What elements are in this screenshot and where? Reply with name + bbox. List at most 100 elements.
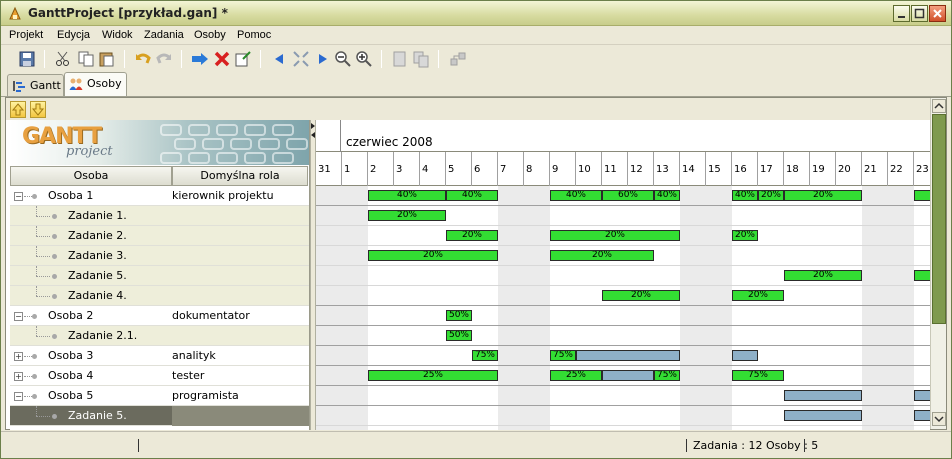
load-bar[interactable]: 20% (732, 290, 784, 301)
document-icon[interactable] (391, 50, 409, 68)
collapse-icon[interactable]: − (14, 192, 23, 201)
column-header-person[interactable]: Osoba (10, 166, 172, 186)
resource-name: Osoba 2 (48, 309, 94, 322)
minimize-icon (898, 16, 905, 18)
scroll-up-button[interactable] (932, 99, 946, 113)
cut-icon[interactable] (54, 50, 72, 68)
resource-row[interactable]: + Osoba 4 tester (10, 366, 309, 386)
assignment-row[interactable]: Zadanie 5. (10, 406, 309, 426)
fit-icon[interactable] (292, 50, 310, 68)
assignment-row[interactable]: Zadanie 4. (10, 286, 309, 306)
collapse-icon[interactable]: − (14, 392, 23, 401)
resource-row[interactable]: − Osoba 5 programista (10, 386, 309, 406)
load-bar[interactable] (576, 350, 680, 361)
resource-name: Zadanie 4. (68, 289, 127, 302)
tab-osoby[interactable]: Osoby (64, 72, 127, 96)
load-bar[interactable]: 20% (550, 230, 680, 241)
resource-row[interactable]: − Osoba 2 dokumentator (10, 306, 309, 326)
delete-icon[interactable] (213, 50, 231, 68)
move-down-button[interactable] (30, 101, 46, 118)
day-cell: 23 (914, 152, 930, 186)
scroll-down-button[interactable] (932, 412, 946, 426)
undo-icon[interactable] (134, 50, 152, 68)
load-bar[interactable]: 25% (368, 370, 498, 381)
load-bar[interactable] (732, 350, 758, 361)
day-cell: 15 (706, 152, 732, 186)
menu-zadania[interactable]: Zadania (144, 29, 184, 41)
menu-projekt[interactable]: Projekt (9, 29, 43, 41)
resource-role: tester (172, 369, 205, 382)
save-icon[interactable] (18, 50, 36, 68)
load-bar[interactable]: 20% (368, 210, 446, 221)
load-bar[interactable]: 20% (446, 230, 498, 241)
move-up-button[interactable] (10, 101, 26, 118)
expand-icon[interactable]: + (14, 352, 23, 361)
vertical-scrollbar[interactable] (930, 98, 946, 429)
scrollbar-thumb[interactable] (932, 114, 946, 324)
redo-icon[interactable] (155, 50, 173, 68)
load-bar[interactable]: 40% (732, 190, 758, 201)
load-bar[interactable] (914, 270, 930, 281)
close-button[interactable] (929, 5, 946, 22)
load-bar[interactable]: 25% (550, 370, 602, 381)
weekend-column (342, 186, 368, 430)
load-bar[interactable] (914, 390, 930, 401)
minimize-button[interactable] (893, 5, 910, 22)
load-bar[interactable]: 20% (732, 230, 758, 241)
zoom-in-icon[interactable] (355, 50, 373, 68)
copy-icon[interactable] (77, 50, 95, 68)
scroll-left-icon[interactable] (271, 50, 289, 68)
load-bar[interactable] (784, 390, 862, 401)
day-cell: 5 (446, 152, 472, 186)
scroll-right-icon[interactable] (313, 50, 331, 68)
node-icon (52, 234, 57, 239)
menu-osoby[interactable]: Osoby (194, 29, 226, 41)
load-bar[interactable]: 20% (758, 190, 784, 201)
load-bar[interactable]: 75% (472, 350, 498, 361)
load-bar[interactable]: 20% (784, 270, 862, 281)
resource-row[interactable]: − Osoba 1 kierownik projektu (10, 186, 309, 206)
load-bar[interactable]: 75% (654, 370, 680, 381)
menu-widok[interactable]: Widok (102, 29, 133, 41)
resource-row[interactable]: + Osoba 3 analityk (10, 346, 309, 366)
load-bar[interactable]: 75% (732, 370, 784, 381)
load-bar[interactable]: 20% (368, 250, 498, 261)
load-bar[interactable]: 20% (602, 290, 680, 301)
menu-pomoc[interactable]: Pomoc (237, 29, 271, 41)
assignment-row[interactable]: Zadanie 5. (10, 266, 309, 286)
documents-icon[interactable] (412, 50, 430, 68)
load-bar[interactable] (914, 190, 930, 201)
load-bar[interactable]: 40% (550, 190, 602, 201)
new-task-icon[interactable] (191, 50, 209, 68)
load-bar[interactable] (784, 410, 862, 421)
menu-edycja[interactable]: Edycja (57, 29, 90, 41)
load-bar[interactable] (914, 410, 930, 421)
load-bar[interactable]: 40% (368, 190, 446, 201)
load-bar[interactable]: 40% (446, 190, 498, 201)
assignment-row[interactable]: Zadanie 2. (10, 226, 309, 246)
node-icon (32, 314, 37, 319)
load-bar[interactable]: 40% (654, 190, 680, 201)
resource-name: Osoba 5 (48, 389, 94, 402)
expand-icon[interactable]: + (14, 372, 23, 381)
column-header-role[interactable]: Domyślna rola (172, 166, 308, 186)
paste-icon[interactable] (98, 50, 116, 68)
load-bar[interactable]: 20% (550, 250, 654, 261)
assignment-row[interactable]: Zadanie 1. (10, 206, 309, 226)
load-bar[interactable]: 60% (602, 190, 654, 201)
assignment-row[interactable]: Zadanie 3. (10, 246, 309, 266)
load-bar[interactable]: 50% (446, 330, 472, 341)
zoom-out-icon[interactable] (334, 50, 352, 68)
maximize-button[interactable] (911, 5, 928, 22)
tab-gantt[interactable]: Gantt (7, 74, 64, 96)
assignment-row[interactable]: Zadanie 2.1. (10, 326, 309, 346)
load-bar[interactable] (602, 370, 654, 381)
load-bar[interactable]: 75% (550, 350, 576, 361)
collapse-icon[interactable]: − (14, 312, 23, 321)
properties-icon[interactable] (234, 50, 252, 68)
load-bar[interactable]: 50% (446, 310, 472, 321)
link-tasks-icon[interactable] (449, 50, 467, 68)
load-bar[interactable]: 20% (784, 190, 862, 201)
move-controls (6, 98, 946, 120)
resource-name: Osoba 4 (48, 369, 94, 382)
